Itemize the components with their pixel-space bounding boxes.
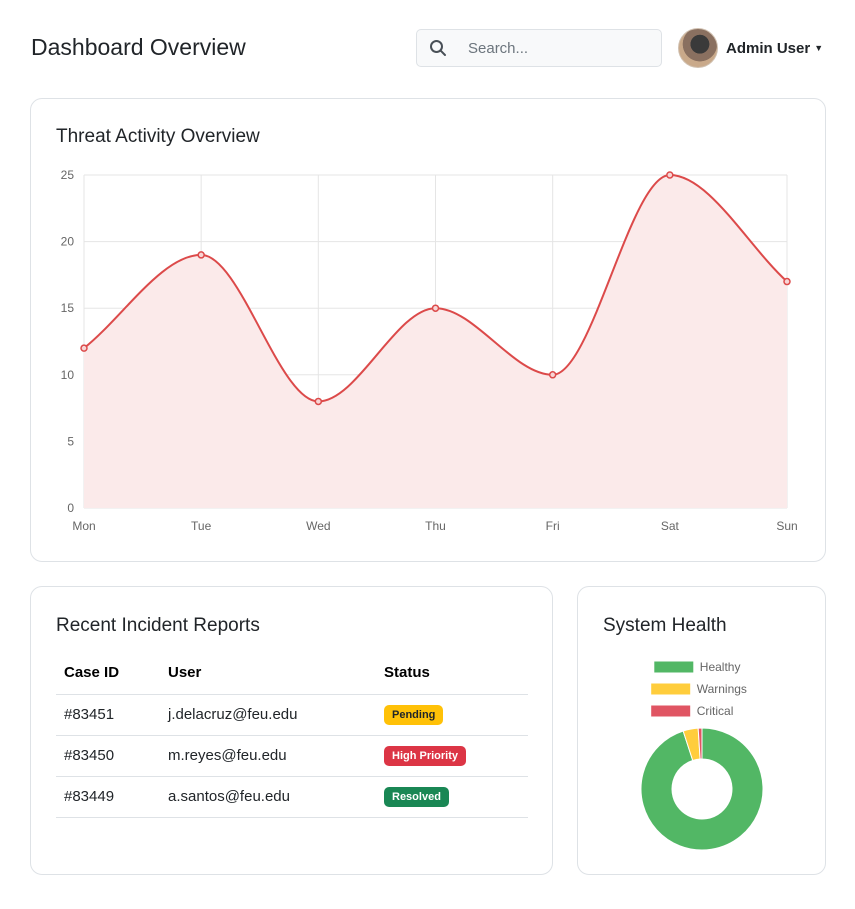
status-badge: High Priority: [384, 745, 467, 766]
data-point: [197, 251, 205, 259]
x-tick-label: Fri: [546, 519, 560, 533]
y-tick-label: 0: [67, 501, 74, 515]
y-tick-label: 20: [61, 235, 75, 249]
status-cell: Resolved: [376, 776, 528, 818]
data-point: [548, 371, 557, 379]
user-menu[interactable]: Admin User ▼: [678, 28, 823, 68]
y-tick-label: 10: [61, 368, 75, 382]
case-id-cell: #83450: [56, 735, 160, 777]
column-header-status: Status: [376, 652, 528, 695]
legend-label-warnings: Warnings: [697, 682, 747, 696]
user-cell: a.santos@feu.edu: [160, 776, 376, 818]
data-point: [783, 277, 791, 286]
user-cell: m.reyes@feu.edu: [160, 735, 376, 777]
threat-activity-card: Threat Activity Overview 0 5 10 15 20 25 Mon Tu…: [30, 98, 826, 562]
incident-reports-title: Recent Incident Reports: [56, 615, 260, 636]
incident-table: Case ID User Status #83451 j.delacruz@fe…: [56, 652, 528, 818]
y-tick-label: 25: [61, 168, 75, 182]
data-point: [431, 304, 440, 312]
legend-swatch-critical: [650, 704, 692, 718]
column-header-case-id: Case ID: [56, 652, 160, 695]
status-badge: Resolved: [384, 786, 449, 807]
search-icon: [417, 30, 459, 66]
table-header-row: Case ID User Status: [56, 652, 528, 695]
search-box[interactable]: [416, 29, 662, 67]
avatar[interactable]: [678, 28, 718, 68]
legend-swatch-healthy: [653, 660, 695, 674]
incident-reports-card: Recent Incident Reports Case ID User Sta…: [30, 586, 553, 875]
legend-swatch-warnings: [650, 682, 692, 696]
system-health-card: System Health Healthy Warnings Critical: [577, 586, 826, 875]
x-tick-label: Wed: [306, 519, 330, 533]
status-badge: Pending: [384, 704, 444, 725]
threat-activity-chart: 0 5 10 15 20 25 Mon Tue Wed Thu Fri Sat Sun: [61, 168, 798, 533]
case-id-cell: #83449: [56, 776, 160, 818]
table-row[interactable]: #83451 j.delacruz@feu.edu Pending: [56, 694, 528, 736]
status-cell: High Priority: [376, 735, 528, 777]
legend-label-critical: Critical: [697, 704, 734, 718]
page-title: Dashboard Overview: [31, 34, 246, 60]
data-point: [666, 171, 674, 179]
case-id-cell: #83451: [56, 694, 160, 736]
column-header-user: User: [160, 652, 376, 695]
x-tick-label: Tue: [191, 519, 212, 533]
table-row[interactable]: #83450 m.reyes@feu.edu High Priority: [56, 735, 528, 777]
system-health-donut-chart: Healthy Warnings Critical: [640, 660, 764, 851]
legend-label-healthy: Healthy: [700, 660, 741, 674]
data-point: [80, 344, 88, 352]
user-name[interactable]: Admin User: [726, 40, 810, 57]
y-tick-label: 5: [67, 434, 74, 448]
table-row[interactable]: #83449 a.santos@feu.edu Resolved: [56, 776, 528, 818]
x-tick-label: Mon: [72, 519, 95, 533]
search-input[interactable]: [459, 39, 649, 57]
x-tick-label: Sun: [776, 519, 797, 533]
data-point: [314, 397, 323, 406]
x-tick-label: Thu: [425, 519, 446, 533]
x-tick-label: Sat: [661, 519, 680, 533]
chevron-down-icon[interactable]: ▼: [814, 43, 823, 53]
status-cell: Pending: [376, 694, 528, 736]
y-tick-label: 15: [61, 301, 75, 315]
user-cell: j.delacruz@feu.edu: [160, 694, 376, 736]
